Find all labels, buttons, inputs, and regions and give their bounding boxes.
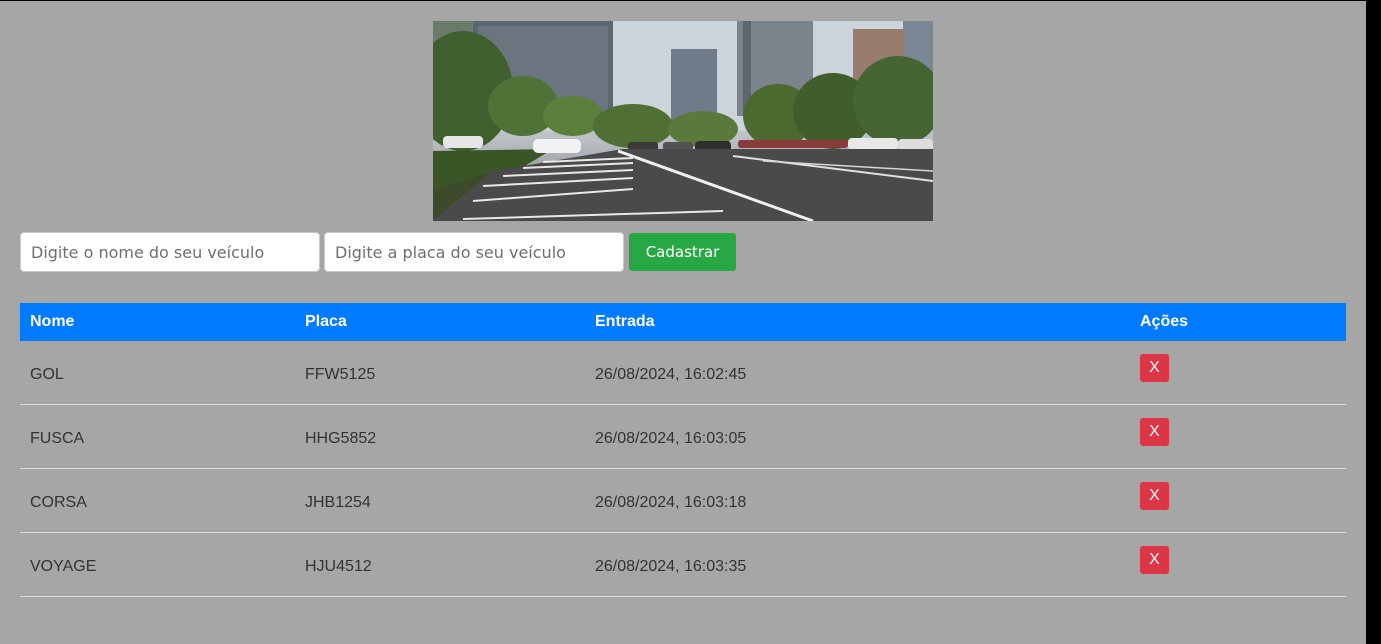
window-edge xyxy=(1366,0,1381,644)
table-header: Nome Placa Entrada Ações xyxy=(20,303,1346,341)
delete-button[interactable]: X xyxy=(1140,353,1169,382)
vehicle-plate-cell: JHB1254 xyxy=(295,468,585,533)
delete-button[interactable]: X xyxy=(1140,417,1169,446)
actions-cell: X xyxy=(1130,404,1346,469)
vehicle-entry-cell: 26/08/2024, 16:03:05 xyxy=(585,404,1130,469)
vehicle-plate-input[interactable] xyxy=(324,232,624,272)
table-row: FUSCA HHG5852 26/08/2024, 16:03:05 X xyxy=(20,404,1346,469)
delete-button[interactable]: X xyxy=(1140,481,1169,510)
actions-cell: X xyxy=(1130,532,1346,597)
vehicle-name-cell: FUSCA xyxy=(20,404,295,469)
column-header-name: Nome xyxy=(30,313,75,330)
actions-cell: X xyxy=(1130,468,1346,533)
parking-lot-illustration xyxy=(433,21,933,221)
vehicle-name-input[interactable] xyxy=(20,232,320,272)
vehicle-table: Nome Placa Entrada Ações GOL FFW5125 26/… xyxy=(20,303,1346,597)
column-header-entry: Entrada xyxy=(595,313,655,330)
table-header-row: Nome Placa Entrada Ações xyxy=(20,303,1346,341)
table-row: GOL FFW5125 26/08/2024, 16:02:45 X xyxy=(20,341,1346,405)
table-row: VOYAGE HJU4512 26/08/2024, 16:03:35 X xyxy=(20,532,1346,597)
vehicle-name-cell: CORSA xyxy=(20,468,295,533)
column-header-plate: Placa xyxy=(305,313,347,330)
actions-cell: X xyxy=(1130,341,1346,405)
table-body: GOL FFW5125 26/08/2024, 16:02:45 X FUSCA… xyxy=(20,341,1346,597)
vehicle-entry-cell: 26/08/2024, 16:03:35 xyxy=(585,532,1130,597)
vehicle-plate-cell: HHG5852 xyxy=(295,404,585,469)
table-row: CORSA JHB1254 26/08/2024, 16:03:18 X xyxy=(20,468,1346,533)
delete-button[interactable]: X xyxy=(1140,545,1169,574)
column-header-actions: Ações xyxy=(1140,313,1189,330)
vehicle-entry-cell: 26/08/2024, 16:03:18 xyxy=(585,468,1130,533)
parking-lot-banner-image xyxy=(433,21,933,221)
vehicle-name-cell: GOL xyxy=(20,341,295,405)
register-button[interactable]: Cadastrar xyxy=(629,233,736,271)
vehicle-name-cell: VOYAGE xyxy=(20,532,295,597)
page-body: Cadastrar Nome Placa Entrada Ações GOL F… xyxy=(0,1,1366,644)
vehicle-plate-cell: FFW5125 xyxy=(295,341,585,405)
vehicle-plate-cell: HJU4512 xyxy=(295,532,585,597)
vehicle-entry-cell: 26/08/2024, 16:02:45 xyxy=(585,341,1130,405)
